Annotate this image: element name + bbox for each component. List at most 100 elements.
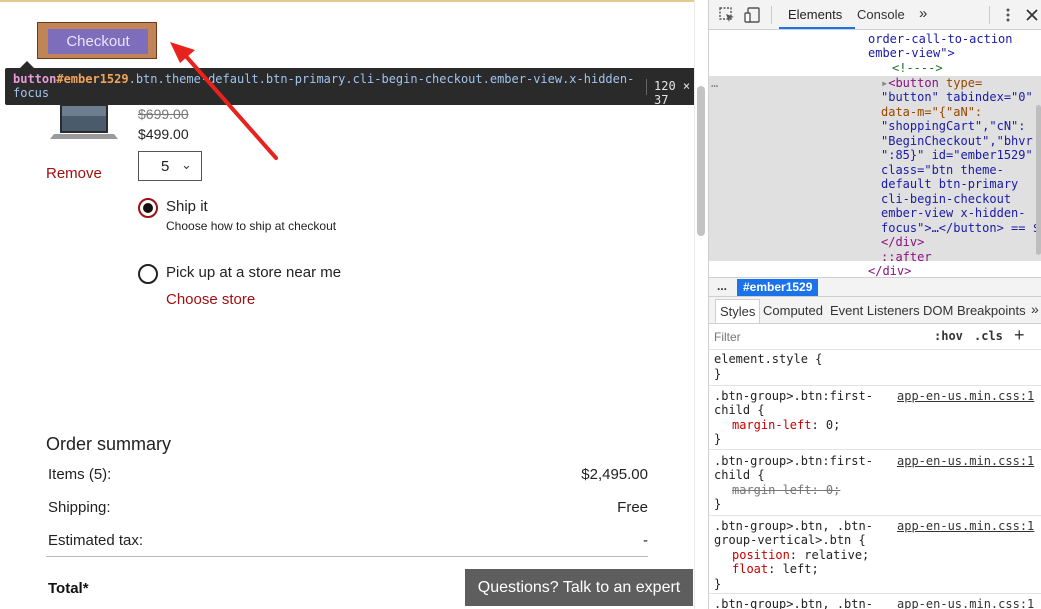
css-value: : 0;	[811, 418, 841, 432]
chevron-down-icon: ⌄	[181, 157, 192, 172]
inspector-tooltip-arrow	[20, 61, 34, 68]
dom-pseudo-after[interactable]: ::after	[881, 250, 932, 265]
close-icon[interactable]	[1023, 6, 1041, 24]
page-scrollbar-thumb[interactable]	[697, 86, 705, 236]
dom-tag: <button	[888, 76, 939, 90]
dom-attr: type=	[946, 76, 983, 90]
rule-declaration[interactable]: position: relative;	[732, 548, 869, 563]
quantity-select[interactable]: 5 ⌄	[138, 151, 202, 181]
dom-close-div[interactable]: </div>	[868, 264, 911, 277]
css-rule: app-en-us.min.css:1 .btn-group>.btn, .bt…	[709, 517, 1041, 594]
cls-toggle[interactable]: .cls	[974, 329, 1003, 343]
dom-line[interactable]: ember-view x-hidden-	[881, 206, 1026, 221]
total-label: Total*	[48, 580, 89, 597]
order-summary-title: Order summary	[46, 434, 172, 454]
more-tabs-button[interactable]: »	[919, 5, 927, 22]
dom-scrollbar-thumb[interactable]	[1036, 105, 1041, 255]
tab-dom-breakpoints[interactable]: DOM Breakpoints	[923, 303, 1026, 318]
rule-end: }	[714, 367, 722, 381]
dom-line[interactable]: cli-begin-checkout	[881, 192, 1011, 207]
inspector-tooltip: button#ember1529.btn.theme-default.btn-p…	[5, 68, 705, 107]
css-rule: app-en-us.min.css:1 .btn-group>.btn:firs…	[709, 387, 1041, 450]
web-page-viewport: Checkout button#ember1529.btn.theme-defa…	[0, 0, 708, 609]
dom-line[interactable]: ember-view">	[868, 46, 955, 61]
tooltip-id: #ember1529	[56, 72, 129, 86]
dom-line[interactable]: focus">…</button> == $	[881, 221, 1040, 236]
rule-declaration[interactable]: margin-left: 0;	[732, 418, 840, 433]
choose-store-link[interactable]: Choose store	[166, 291, 255, 308]
kebab-menu-icon[interactable]	[999, 6, 1017, 24]
page-top-border	[0, 0, 708, 2]
dom-comment[interactable]: <!---->	[892, 61, 943, 76]
dom-line[interactable]: class="btn theme-	[881, 163, 1004, 178]
inspect-icon[interactable]	[718, 6, 736, 24]
rule-selector[interactable]: group-vertical>.btn {	[714, 533, 866, 548]
dom-line[interactable]: order-call-to-action	[868, 32, 1013, 47]
styles-subtabs: Styles Computed Event Listeners DOM Brea…	[709, 297, 1041, 324]
css-property: margin-left	[732, 418, 812, 432]
dom-tree: order-call-to-action ember-view"> <!----…	[709, 30, 1041, 277]
dom-breadcrumb: ... #ember1529	[709, 277, 1041, 297]
dom-line[interactable]: "button" tabindex="0"	[881, 90, 1033, 105]
rule-source-link[interactable]: app-en-us.min.css:1	[897, 597, 1034, 609]
device-toggle-icon[interactable]	[744, 6, 762, 24]
talk-to-expert-button[interactable]: Questions? Talk to an expert	[465, 569, 693, 606]
pickup-label[interactable]: Pick up at a store near me	[166, 264, 341, 281]
hov-toggle[interactable]: :hov	[934, 329, 963, 343]
rule-selector[interactable]: child {	[714, 468, 765, 483]
css-value: : left;	[768, 562, 819, 576]
ship-it-radio[interactable]	[138, 198, 158, 218]
rule-selector[interactable]: child {	[714, 403, 765, 418]
css-property: float	[732, 562, 769, 576]
toolbar-separator	[989, 6, 990, 24]
breadcrumb-ellipsis[interactable]: ...	[717, 279, 727, 293]
tab-elements[interactable]: Elements	[788, 7, 842, 22]
overridden-declaration[interactable]: margin-left: 0;	[732, 483, 840, 498]
sale-price: $499.00	[138, 126, 189, 142]
rule-selector[interactable]: .btn-group>.btn:first-	[714, 389, 873, 404]
rule-end: }	[714, 432, 722, 446]
summary-value: -	[643, 532, 648, 549]
dom-line[interactable]: default btn-primary	[881, 177, 1018, 192]
rule-selector[interactable]: .btn-group>.btn, .btn-	[714, 597, 873, 609]
rule-source-link[interactable]: app-en-us.min.css:1	[897, 389, 1034, 404]
summary-label: Estimated tax:	[48, 532, 144, 549]
checkout-button[interactable]: Checkout	[48, 29, 148, 54]
more-subtabs-button[interactable]: »	[1031, 301, 1039, 317]
summary-divider	[46, 556, 648, 557]
rule-declaration[interactable]: float: left;	[732, 562, 819, 577]
rule-end: }	[714, 577, 722, 591]
devtools-panel: Elements Console » order-call-to-action …	[708, 0, 1041, 609]
summary-label: Shipping:	[48, 499, 111, 516]
css-property: position	[732, 548, 790, 562]
summary-value: Free	[617, 499, 648, 516]
new-rule-button[interactable]: +	[1014, 325, 1025, 346]
dom-ellipsis[interactable]: …	[711, 76, 718, 91]
dom-line[interactable]: ":85}" id="ember1529"	[881, 148, 1033, 163]
tab-event-listeners[interactable]: Event Listeners	[830, 303, 920, 318]
rule-source-link[interactable]: app-en-us.min.css:1	[897, 454, 1034, 469]
css-value: : relative;	[789, 548, 870, 562]
dom-line[interactable]: "shoppingCart","cN":	[881, 119, 1026, 134]
quantity-value: 5	[161, 158, 170, 175]
pickup-radio[interactable]	[138, 264, 158, 284]
styles-filter-bar: Filter :hov .cls +	[709, 324, 1041, 350]
rule-selector[interactable]: element.style {	[714, 352, 822, 367]
dom-button-open[interactable]: ▸<button type=	[881, 76, 982, 91]
rule-selector[interactable]: .btn-group>.btn:first-	[714, 454, 873, 469]
ship-it-description: Choose how to ship at checkout	[166, 219, 337, 233]
filter-input[interactable]: Filter	[714, 330, 741, 344]
rule-source-link[interactable]: app-en-us.min.css:1	[897, 519, 1034, 534]
laptop-product-image[interactable]	[50, 104, 118, 140]
rule-selector[interactable]: .btn-group>.btn, .btn-	[714, 519, 873, 534]
breadcrumb-current[interactable]: #ember1529	[737, 279, 819, 296]
tab-computed[interactable]: Computed	[763, 303, 823, 318]
dom-close-div[interactable]: </div>	[881, 235, 924, 250]
dom-line[interactable]: "BeginCheckout","bhvr	[881, 134, 1033, 149]
css-rule: app-en-us.min.css:1 .btn-group>.btn:firs…	[709, 452, 1041, 516]
tab-styles[interactable]: Styles	[715, 299, 761, 323]
dom-line[interactable]: data-m="{"aN":	[881, 105, 982, 120]
tab-console[interactable]: Console	[857, 7, 905, 22]
remove-link[interactable]: Remove	[46, 165, 102, 182]
ship-it-label[interactable]: Ship it	[166, 198, 208, 215]
